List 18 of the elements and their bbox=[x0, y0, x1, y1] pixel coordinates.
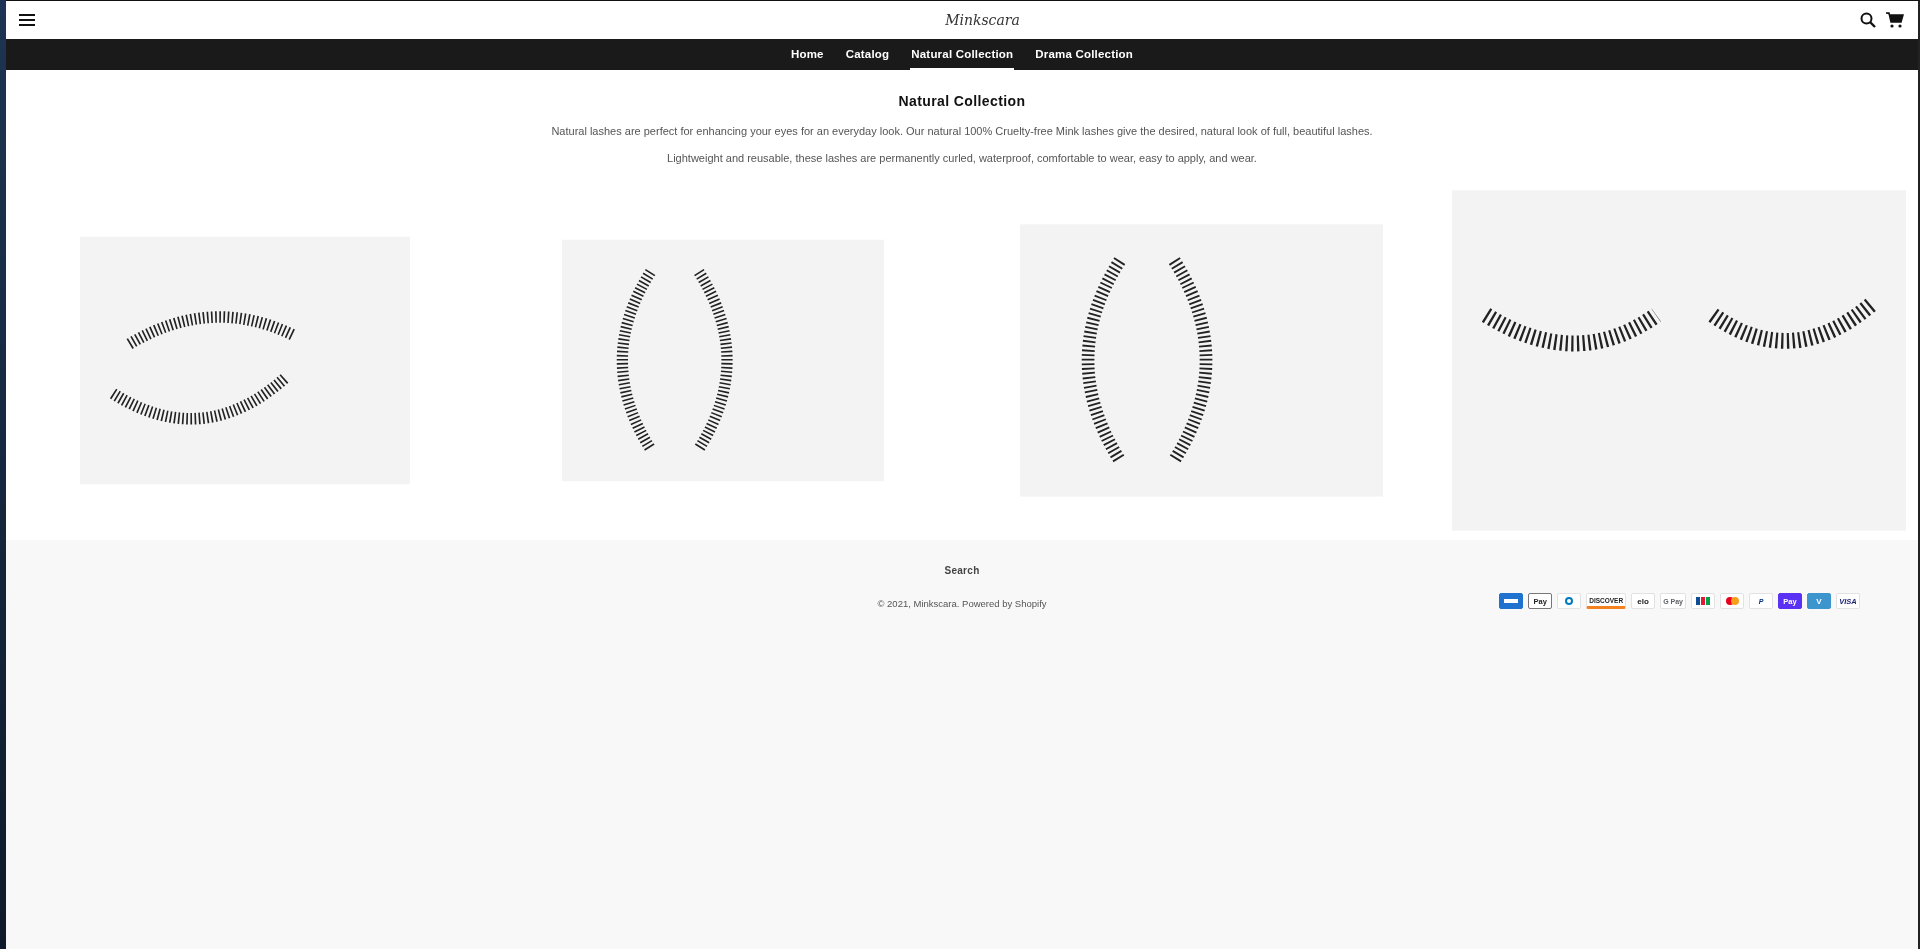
collection-description: Lightweight and reusable, these lashes are permanently curled, waterproof, comfortable to wear, easy to apply, and wear. bbox=[667, 152, 1257, 164]
collection-title: Natural Collection bbox=[898, 93, 1026, 109]
payment-method-icon bbox=[1557, 593, 1582, 609]
payment-method-icon bbox=[1691, 593, 1715, 609]
payment-method-icon bbox=[1499, 593, 1524, 609]
search-icon[interactable] bbox=[1860, 12, 1876, 28]
copyright-text: © 2021, Minkscara. Powered by Shopify bbox=[877, 598, 1047, 609]
logo[interactable]: Minkscara bbox=[945, 12, 1020, 28]
payment-method-icon: V bbox=[1807, 593, 1831, 609]
nav-link[interactable]: Home bbox=[789, 39, 825, 70]
footer-search-link[interactable]: Search bbox=[944, 565, 980, 576]
nav-link[interactable]: Drama Collection bbox=[1034, 39, 1135, 70]
payment-method-icon bbox=[1720, 593, 1744, 609]
cart-icon[interactable] bbox=[1886, 12, 1904, 28]
collection-description: Natural lashes are perfect for enhancing your eyes for an everyday look. Our natural 100% Cruelty-free Mink lashes give the desired, natural look of full, beautiful lashes. bbox=[551, 125, 1373, 137]
nav-link[interactable]: Catalog bbox=[844, 39, 891, 70]
payment-method-icon: elo bbox=[1631, 593, 1656, 609]
menu-icon[interactable] bbox=[19, 14, 35, 26]
